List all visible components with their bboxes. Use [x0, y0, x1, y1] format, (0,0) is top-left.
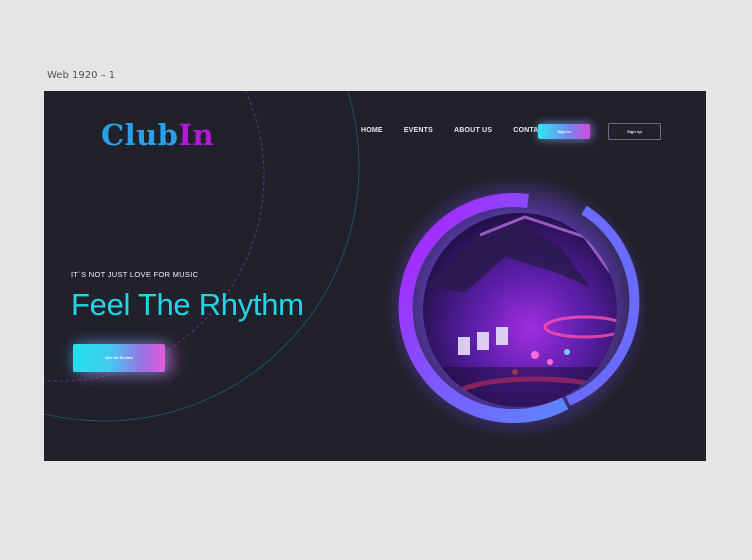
frame-label: Web 1920 – 1: [47, 70, 116, 81]
brand-logo[interactable]: ClubIn: [101, 118, 214, 152]
brand-logo-in: In: [178, 118, 215, 152]
hero-dj-image: [385, 177, 649, 439]
nav-home[interactable]: HOME: [361, 127, 383, 134]
brand-logo-club: Club: [101, 118, 179, 152]
sign-in-button[interactable]: Sign in: [538, 124, 590, 139]
see-all-events-button[interactable]: See All Events: [73, 344, 165, 372]
nav-events[interactable]: EVENTS: [404, 127, 433, 134]
hero-tagline: IT`S NOT JUST LOVE FOR MUSIC: [71, 270, 199, 279]
landing-page: ClubIn HOME EVENTS ABOUT US CONTACT Sign…: [44, 91, 706, 461]
sign-up-button[interactable]: Sign up: [608, 123, 661, 140]
nav-about-us[interactable]: ABOUT US: [454, 127, 492, 134]
hero-headline: Feel The Rhythm: [71, 287, 304, 322]
